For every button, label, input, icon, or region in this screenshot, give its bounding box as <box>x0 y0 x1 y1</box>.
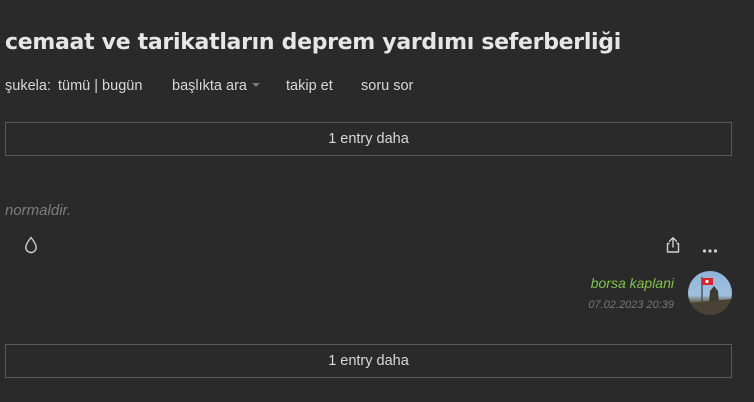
search-in-topic-dropdown[interactable]: başlıkta ara <box>172 78 260 94</box>
more-entries-button-bottom[interactable]: 1 entry daha <box>5 344 732 378</box>
search-in-topic-label: başlıkta ara <box>172 78 247 94</box>
more-entries-button-top[interactable]: 1 entry daha <box>5 122 732 156</box>
chevron-down-icon <box>251 83 260 87</box>
entry-author[interactable]: borsa kaplani <box>591 275 674 291</box>
entry-date[interactable]: 07.02.2023 20:39 <box>588 299 674 311</box>
ask-question-link[interactable]: soru sor <box>361 78 413 94</box>
avatar[interactable] <box>688 271 732 315</box>
follow-link[interactable]: takip et <box>286 78 333 94</box>
sukela-filter[interactable]: tümü | bugün <box>58 78 142 94</box>
drop-icon[interactable] <box>23 236 39 254</box>
share-icon[interactable] <box>664 236 682 254</box>
sukela-label: şukela: <box>5 78 51 94</box>
ellipsis-icon[interactable] <box>702 242 718 253</box>
entry-content: normaldir. <box>5 202 72 219</box>
topic-title[interactable]: cemaat ve tarikatların deprem yardımı se… <box>5 30 621 55</box>
